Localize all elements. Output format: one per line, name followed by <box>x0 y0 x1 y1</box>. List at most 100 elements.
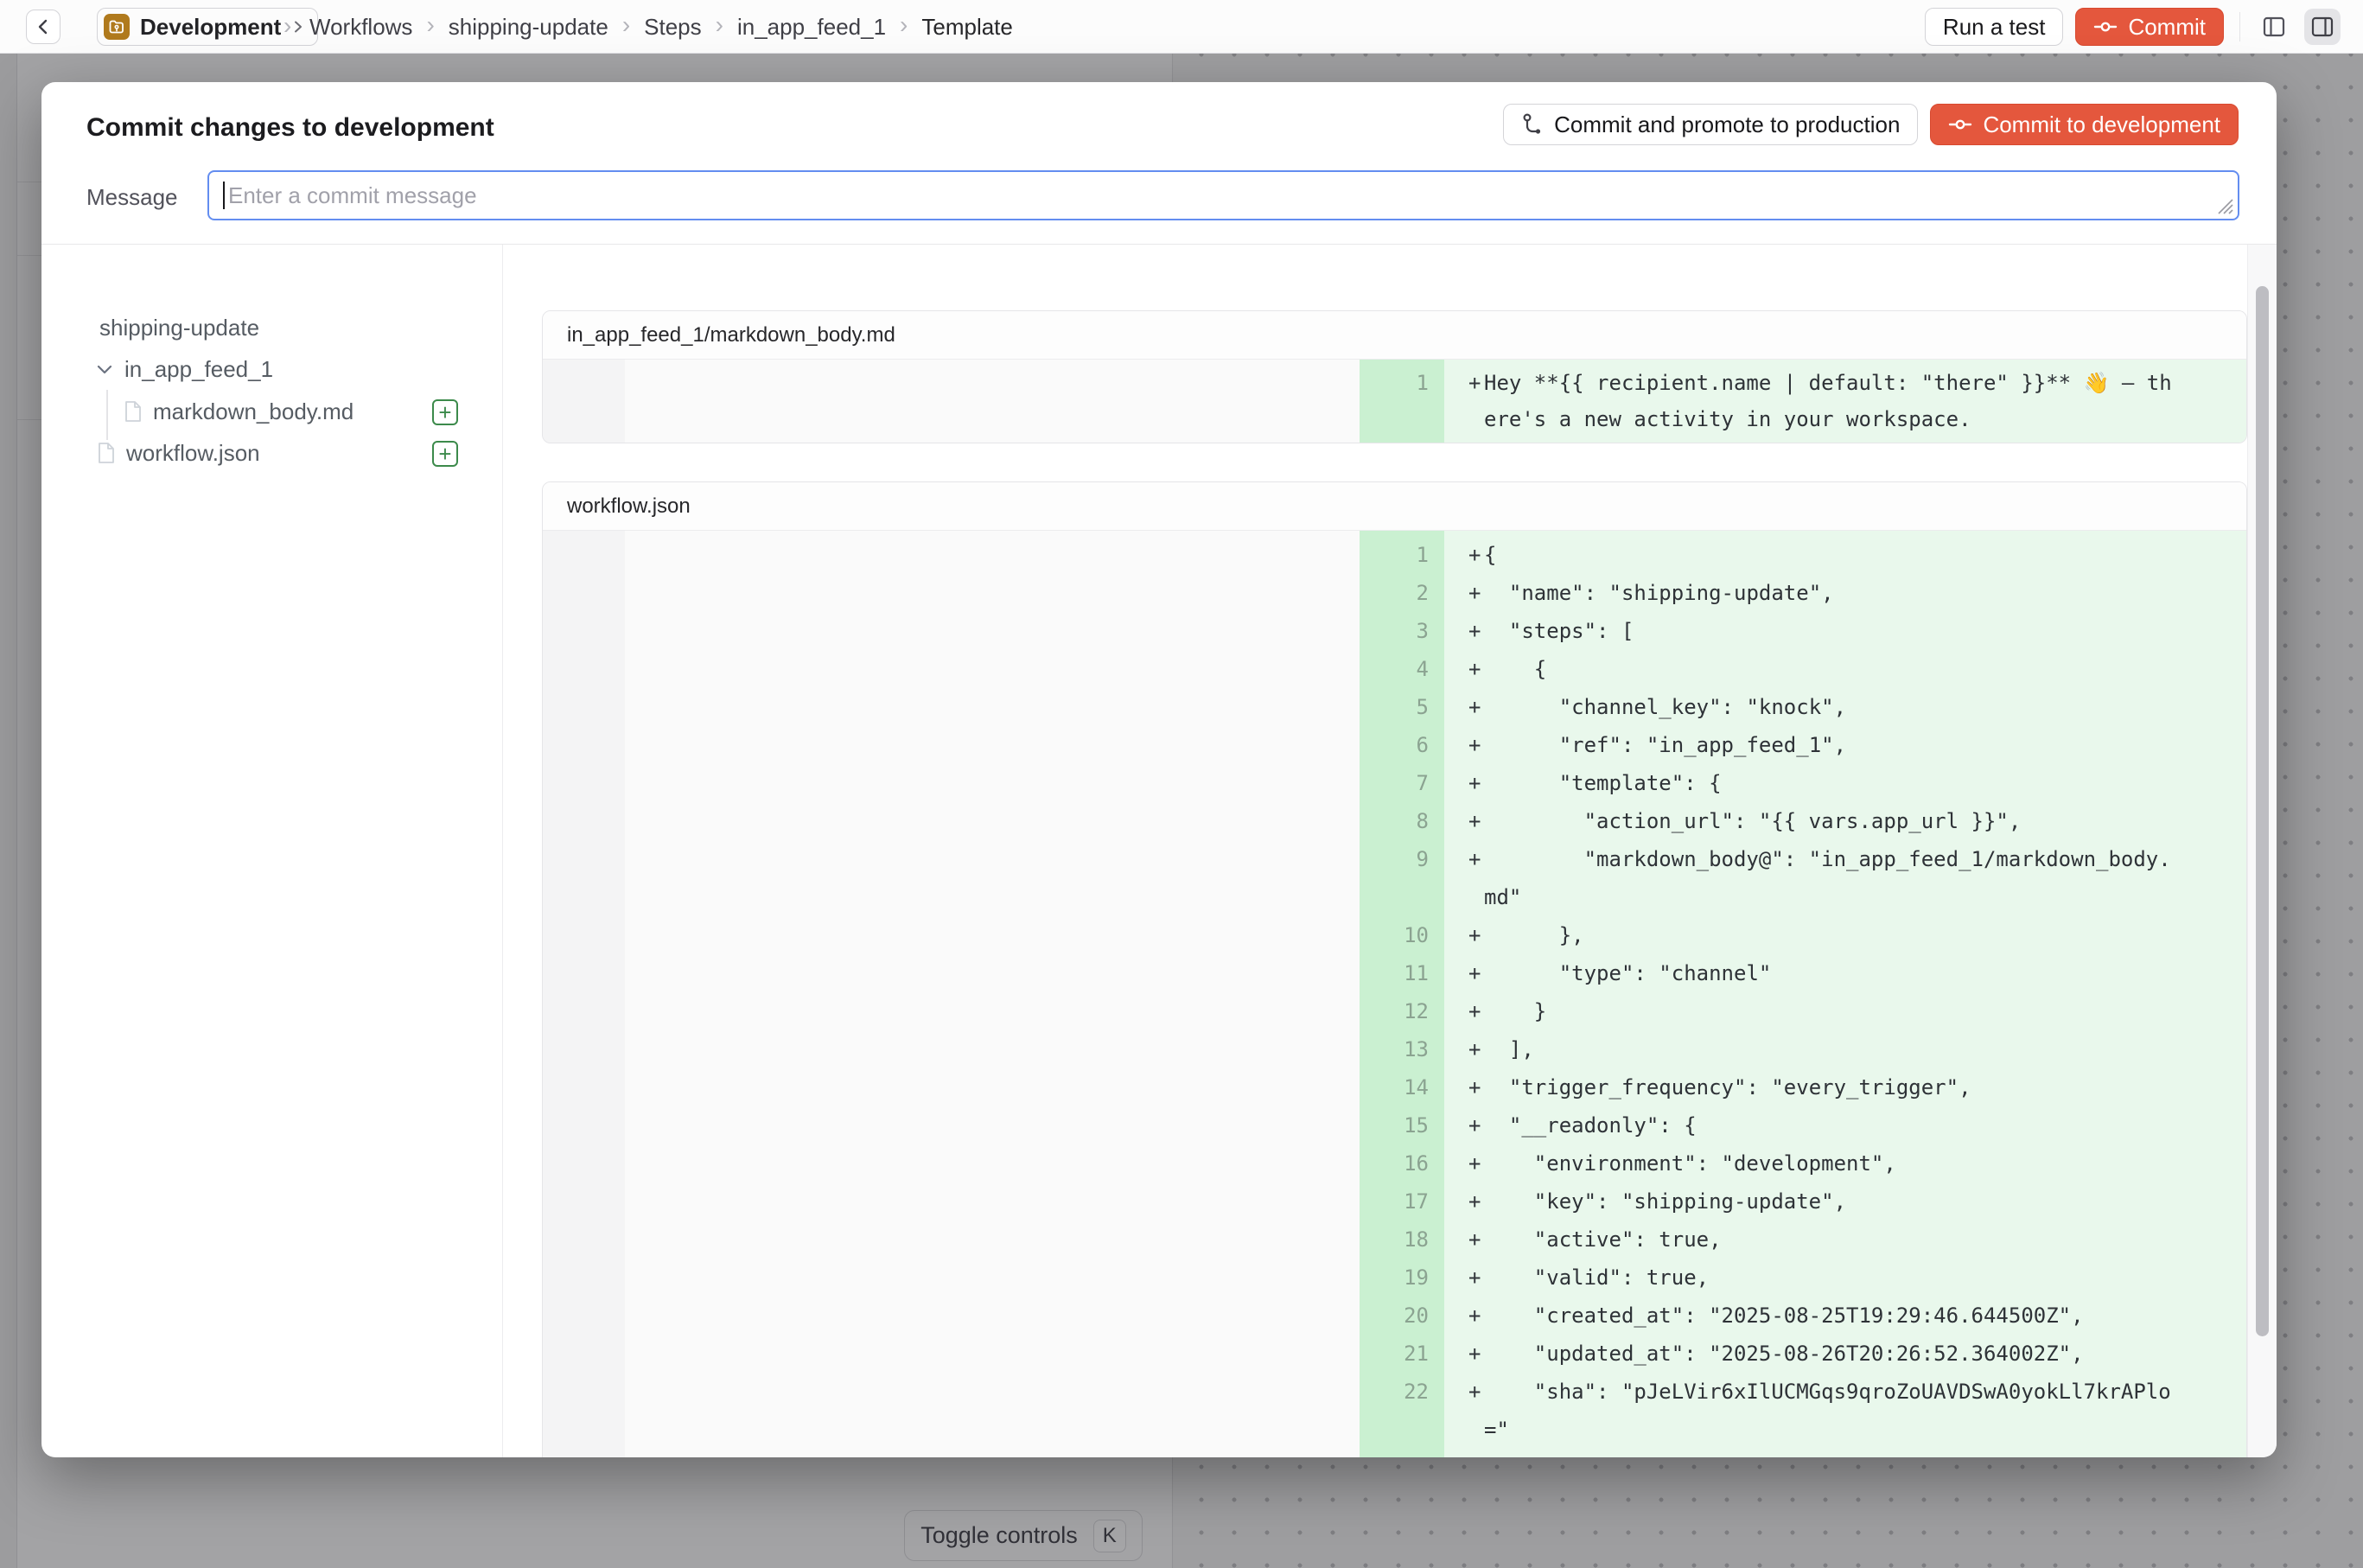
code-text: { <box>1484 536 2175 574</box>
code-text: "created_at": "2025-08-25T19:29:46.64450… <box>1484 1297 2175 1335</box>
commit-message-input[interactable]: Enter a commit message <box>207 170 2239 220</box>
diff-line: 20+ "created_at": "2025-08-25T19:29:46.6… <box>543 1297 2246 1335</box>
diff-add-marker: + <box>1444 992 1484 1030</box>
scrollbar-track[interactable] <box>2247 245 2277 1457</box>
diff-add-marker: + <box>1444 365 1484 401</box>
run-a-test-button[interactable]: Run a test <box>1925 8 2064 46</box>
diff-line: 8+ "action_url": "{{ vars.app_url }}", <box>543 802 2246 840</box>
diff-viewer: in_app_feed_1/markdown_body.md1+Hey **{{… <box>503 245 2277 1457</box>
old-line-gutter <box>543 916 625 954</box>
new-line-number: 18 <box>1360 1221 1444 1259</box>
diff-line: 1+{ <box>543 536 2246 574</box>
new-line-number: 11 <box>1360 954 1444 992</box>
code-text: "action_url": "{{ vars.app_url }}", <box>1484 802 2175 840</box>
old-line-gutter <box>543 1335 625 1373</box>
old-line-empty <box>625 536 1360 574</box>
new-line-number: 8 <box>1360 802 1444 840</box>
added-line: + "action_url": "{{ vars.app_url }}", <box>1444 802 2246 840</box>
diff-body-split: 1+Hey **{{ recipient.name | default: "th… <box>543 360 2246 443</box>
code-text: "name": "shipping-update", <box>1484 574 2175 612</box>
file-icon <box>97 442 116 464</box>
commit-and-promote-button[interactable]: Commit and promote to production <box>1503 104 1918 145</box>
new-line-number: 19 <box>1360 1259 1444 1297</box>
back-button[interactable] <box>26 10 61 44</box>
breadcrumb-item-Steps[interactable]: Steps <box>644 14 702 41</box>
breadcrumb-item-Workflows[interactable]: Workflows <box>309 14 412 41</box>
old-line-gutter <box>543 1297 625 1335</box>
diff-body-split: 1+{2+ "name": "shipping-update",3+ "step… <box>543 531 2246 1457</box>
tree-item-workflow-json[interactable]: workflow.json <box>97 432 260 474</box>
tree-item-step-group[interactable]: in_app_feed_1 <box>95 348 273 390</box>
diff-line: 4+ { <box>543 650 2246 688</box>
code-text: "markdown_body@": "in_app_feed_1/markdow… <box>1484 840 2175 916</box>
old-line-gutter <box>543 688 625 726</box>
tree-file-label: workflow.json <box>126 440 260 467</box>
old-line-empty <box>625 764 1360 802</box>
added-line: + "updated_at": "2025-08-26T20:26:52.364… <box>1444 1335 2246 1373</box>
new-line-number: 10 <box>1360 916 1444 954</box>
old-line-empty <box>625 1221 1360 1259</box>
commit-label: Commit <box>2128 14 2206 41</box>
right-panel-toggle[interactable] <box>2304 9 2341 45</box>
top-bar: Development Workflows›shipping-update›St… <box>0 0 2363 54</box>
old-line-empty <box>625 365 1360 437</box>
added-file-badge[interactable]: + <box>432 399 458 425</box>
code-text: "channel_key": "knock", <box>1484 688 2175 726</box>
new-line-number: 7 <box>1360 764 1444 802</box>
old-line-empty <box>625 688 1360 726</box>
new-line-number: 4 <box>1360 650 1444 688</box>
topbar-actions: Run a test Commit <box>1925 8 2341 46</box>
diff-line: 18+ "active": true, <box>543 1221 2246 1259</box>
diff-filename: in_app_feed_1/markdown_body.md <box>567 323 895 347</box>
tree-file-label: markdown_body.md <box>153 398 353 425</box>
scrollbar-thumb[interactable] <box>2256 286 2269 1336</box>
diff-add-marker: + <box>1444 916 1484 954</box>
breadcrumb-separator-icon: › <box>622 11 630 39</box>
added-file-badge[interactable]: + <box>432 441 458 467</box>
tree-item-markdown-body[interactable]: markdown_body.md <box>124 391 353 432</box>
old-line-gutter <box>543 1221 625 1259</box>
old-line-empty <box>625 1335 1360 1373</box>
commit-button[interactable]: Commit <box>2075 8 2224 46</box>
resize-handle-icon[interactable] <box>2215 196 2234 215</box>
new-line-number: 20 <box>1360 1297 1444 1335</box>
input-placeholder: Enter a commit message <box>228 182 477 209</box>
old-line-empty <box>625 574 1360 612</box>
diff-line: 22+ "sha": "pJeLVir6xIlUCMGqs9qroZoUAVDS… <box>543 1373 2246 1449</box>
breadcrumb-item-shipping-update[interactable]: shipping-update <box>449 14 608 41</box>
code-text: Hey **{{ recipient.name | default: "ther… <box>1484 365 2175 437</box>
added-line: + "key": "shipping-update", <box>1444 1182 2246 1221</box>
code-text: "environment": "development", <box>1484 1144 2175 1182</box>
left-panel-toggle[interactable] <box>2256 9 2292 45</box>
code-text: "ref": "in_app_feed_1", <box>1484 726 2175 764</box>
added-line: + "steps": [ <box>1444 612 2246 650</box>
new-line-number: 2 <box>1360 574 1444 612</box>
diff-card: workflow.json1+{2+ "name": "shipping-upd… <box>542 481 2247 1457</box>
panel-left-icon <box>2261 14 2287 40</box>
added-line: + "name": "shipping-update", <box>1444 574 2246 612</box>
commit-to-development-button[interactable]: Commit to development <box>1930 104 2239 145</box>
old-line-empty <box>625 612 1360 650</box>
modal-body: shipping-update in_app_feed_1 markdown_b… <box>41 245 2277 1457</box>
diff-line: 14+ "trigger_frequency": "every_trigger"… <box>543 1068 2246 1106</box>
diff-line: 13+ ], <box>543 1030 2246 1068</box>
diff-line: 17+ "key": "shipping-update", <box>543 1182 2246 1221</box>
diff-line: 15+ "__readonly": { <box>543 1106 2246 1144</box>
old-line-gutter <box>543 992 625 1030</box>
diff-add-marker: + <box>1444 954 1484 992</box>
diff-add-marker: + <box>1444 1449 1484 1457</box>
diff-line: 12+ } <box>543 992 2246 1030</box>
diff-add-marker: + <box>1444 1259 1484 1297</box>
diff-line: 9+ "markdown_body@": "in_app_feed_1/mark… <box>543 840 2246 916</box>
new-line-number: 16 <box>1360 1144 1444 1182</box>
diff-line: 6+ "ref": "in_app_feed_1", <box>543 726 2246 764</box>
added-line: + }, <box>1444 916 2246 954</box>
old-line-empty <box>625 1373 1360 1449</box>
tree-item-workflow-root[interactable]: shipping-update <box>99 307 259 348</box>
new-line-number: 1 <box>1360 536 1444 574</box>
new-line-number: 6 <box>1360 726 1444 764</box>
diff-add-marker: + <box>1444 1182 1484 1221</box>
old-line-empty <box>625 1106 1360 1144</box>
code-text: } <box>1484 992 2175 1030</box>
breadcrumb-item-in_app_feed_1[interactable]: in_app_feed_1 <box>737 14 886 41</box>
